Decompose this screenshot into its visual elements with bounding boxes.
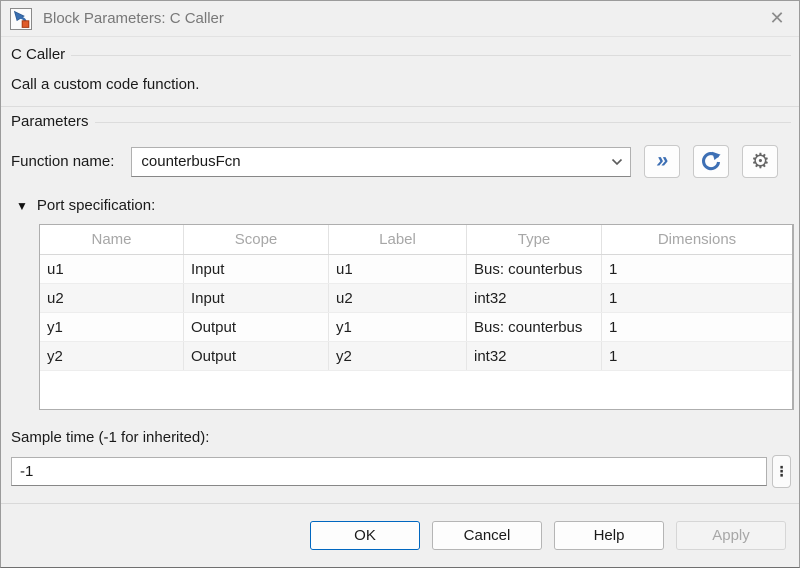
table-row[interactable]: y2 Output y2 int32 1 — [40, 342, 792, 371]
sample-time-label: Sample time (-1 for inherited): — [11, 429, 791, 446]
cell-dimensions[interactable]: 1 — [602, 313, 792, 341]
column-header-label[interactable]: Label — [329, 225, 467, 254]
apply-button: Apply — [676, 521, 786, 550]
cell-name[interactable]: u1 — [40, 255, 184, 283]
function-name-row: Function name: counterbusFcn » ⚙ — [11, 145, 791, 178]
table-row[interactable]: y1 Output y1 Bus: counterbus 1 — [40, 313, 792, 342]
refresh-icon — [700, 151, 722, 173]
parameters-label: Parameters — [11, 113, 95, 130]
port-spec-table: Name Scope Label Type Dimensions u1 Inpu… — [39, 224, 794, 410]
function-name-label: Function name: — [11, 153, 114, 170]
kebab-icon: ⋮ — [775, 463, 789, 480]
table-row[interactable]: u2 Input u2 int32 1 — [40, 284, 792, 313]
cell-name[interactable]: y1 — [40, 313, 184, 341]
simulink-block-icon — [10, 8, 32, 30]
block-type-label: C Caller — [11, 46, 71, 63]
cell-label[interactable]: y2 — [329, 342, 467, 370]
table-empty-area — [40, 371, 792, 409]
table-header-row: Name Scope Label Type Dimensions — [40, 225, 792, 255]
cell-name[interactable]: y2 — [40, 342, 184, 370]
cell-scope[interactable]: Output — [184, 342, 329, 370]
cell-label[interactable]: u1 — [329, 255, 467, 283]
dialog-content: C Caller Call a custom code function. Pa… — [1, 37, 799, 567]
cell-name[interactable]: u2 — [40, 284, 184, 312]
cancel-button[interactable]: Cancel — [432, 521, 542, 550]
port-spec-toggle[interactable]: ▼ Port specification: — [11, 197, 791, 214]
cell-label[interactable]: y1 — [329, 313, 467, 341]
refresh-button[interactable] — [693, 145, 729, 178]
titlebar: Block Parameters: C Caller ✕ — [1, 1, 799, 37]
cell-scope[interactable]: Output — [184, 313, 329, 341]
cell-scope[interactable]: Input — [184, 255, 329, 283]
window-title: Block Parameters: C Caller — [43, 10, 755, 27]
function-name-value: counterbusFcn — [141, 153, 604, 170]
cell-type[interactable]: Bus: counterbus — [467, 255, 602, 283]
gear-icon: ⚙ — [751, 151, 770, 172]
chevron-down-icon[interactable] — [604, 148, 630, 176]
cell-dimensions[interactable]: 1 — [602, 284, 792, 312]
group-divider-line — [71, 55, 791, 56]
sample-time-row: ⋮ — [11, 455, 791, 488]
close-icon[interactable]: ✕ — [755, 1, 799, 36]
function-name-combobox[interactable]: counterbusFcn — [131, 147, 631, 177]
cell-label[interactable]: u2 — [329, 284, 467, 312]
cell-type[interactable]: int32 — [467, 342, 602, 370]
block-description: Call a custom code function. — [11, 75, 791, 95]
parameters-group: Parameters — [11, 113, 791, 130]
cell-scope[interactable]: Input — [184, 284, 329, 312]
cell-type[interactable]: int32 — [467, 284, 602, 312]
kebab-menu-button[interactable]: ⋮ — [772, 455, 791, 488]
column-header-scope[interactable]: Scope — [184, 225, 329, 254]
expand-editor-button[interactable]: » — [644, 145, 680, 178]
sample-time-input[interactable] — [11, 457, 767, 486]
footer-button-bar: OK Cancel Help Apply — [11, 504, 791, 567]
help-button[interactable]: Help — [554, 521, 664, 550]
ok-button[interactable]: OK — [310, 521, 420, 550]
settings-button[interactable]: ⚙ — [742, 145, 778, 178]
cell-dimensions[interactable]: 1 — [602, 342, 792, 370]
table-row[interactable]: u1 Input u1 Bus: counterbus 1 — [40, 255, 792, 284]
cell-dimensions[interactable]: 1 — [602, 255, 792, 283]
group-divider-line — [95, 122, 791, 123]
section-divider — [1, 106, 799, 107]
collapse-triangle-icon[interactable]: ▼ — [16, 199, 28, 213]
block-parameters-dialog: Block Parameters: C Caller ✕ C Caller Ca… — [0, 0, 800, 568]
block-type-group: C Caller — [11, 46, 791, 63]
column-header-name[interactable]: Name — [40, 225, 184, 254]
port-spec-label: Port specification: — [37, 197, 155, 214]
cell-type[interactable]: Bus: counterbus — [467, 313, 602, 341]
column-header-type[interactable]: Type — [467, 225, 602, 254]
double-chevron-icon: » — [657, 150, 669, 174]
column-header-dimensions[interactable]: Dimensions — [602, 225, 792, 254]
